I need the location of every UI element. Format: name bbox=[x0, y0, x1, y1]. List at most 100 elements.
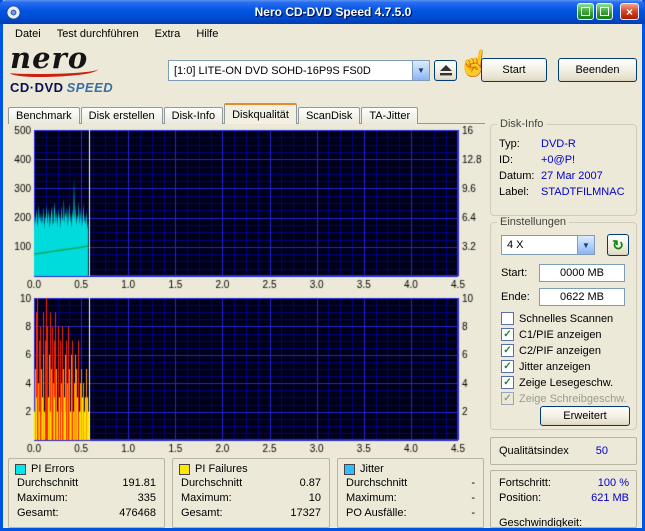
speed-select[interactable]: 4 X ▼ bbox=[501, 235, 595, 255]
nero-logo-script: nero bbox=[10, 41, 89, 75]
refresh-icon: ↻ bbox=[612, 236, 624, 253]
checkbox-zeige-lesegeschw[interactable]: ✓ bbox=[501, 376, 514, 389]
titlebar-green-icon-1[interactable] bbox=[577, 3, 594, 20]
progress-label: Position: bbox=[499, 492, 542, 504]
checkbox-row-jitter-anzeigen: ✓ Jitter anzeigen bbox=[501, 359, 632, 374]
checkbox-label: Schnelles Scannen bbox=[519, 312, 614, 325]
menu-item-hilfe[interactable]: Hilfe bbox=[188, 26, 226, 42]
disk-info-label: Datum: bbox=[499, 170, 535, 182]
tab-strip: Benchmark Disk erstellen Disk-Info Diskqual… bbox=[8, 103, 419, 124]
disk-info-value: +0@P! bbox=[541, 154, 576, 166]
progress-box: Fortschritt: 100 % Position: 621 MB Geschwin… bbox=[490, 470, 637, 528]
quit-button[interactable]: Beenden bbox=[558, 58, 637, 82]
chevron-down-icon[interactable]: ▼ bbox=[412, 61, 429, 80]
stat-row-value: - bbox=[471, 477, 475, 489]
advanced-button[interactable]: Erweitert bbox=[540, 406, 630, 426]
stat-row-value: 335 bbox=[137, 492, 156, 504]
titlebar-buttons: × bbox=[575, 3, 639, 20]
checkbox-c2-pif-anzeigen[interactable]: ✓ bbox=[501, 344, 514, 357]
tab-disk-info[interactable]: Disk-Info bbox=[163, 107, 224, 124]
tab-diskqualit-t[interactable]: Diskqualität bbox=[224, 103, 297, 124]
disk-info-label: Label: bbox=[499, 186, 529, 198]
checkbox-schnelles-scannen[interactable] bbox=[501, 312, 514, 325]
stat-box-title: Jitter bbox=[344, 463, 384, 475]
nero-logo-product: CD·DVD SPEED bbox=[10, 80, 162, 95]
checkbox-jitter-anzeigen[interactable]: ✓ bbox=[501, 360, 514, 373]
drive-select[interactable]: [1:0] LITE-ON DVD SOHD-16P9S FS0D ▼ bbox=[168, 60, 430, 81]
start-field[interactable]: 0000 MB bbox=[539, 264, 625, 282]
stat-row: Durchschnitt 0.87 bbox=[181, 477, 321, 489]
settings-title: Einstellungen bbox=[497, 216, 570, 228]
progress-label: Geschwindigkeit: bbox=[499, 517, 583, 528]
pi-failures-stats: PI Failures Durchschnitt 0.87 Maximum: 10 Ges… bbox=[172, 458, 330, 528]
stat-row-value: 476468 bbox=[119, 507, 156, 519]
disk-info-group: Disk-Info Typ: DVD-R ID: +0@P! Datum: 27 Mar … bbox=[490, 118, 637, 216]
tab-scandisk[interactable]: ScanDisk bbox=[297, 107, 361, 124]
stat-row-value: 0.87 bbox=[299, 477, 321, 489]
checkbox-row-c1-pie-anzeigen: ✓ C1/PIE anzeigen bbox=[501, 327, 632, 342]
disk-info-label: ID: bbox=[499, 154, 514, 166]
checkbox-row-schnelles-scannen: Schnelles Scannen bbox=[501, 311, 632, 326]
tab-benchmark[interactable]: Benchmark bbox=[8, 107, 80, 124]
checkbox-label: C2/PIF anzeigen bbox=[519, 344, 601, 357]
stat-row-value: 191.81 bbox=[122, 477, 156, 489]
quality-index-value: 50 bbox=[595, 445, 608, 457]
titlebar-green-icon-2[interactable] bbox=[596, 3, 613, 20]
disk-info-row: Label: STADTFILMNAC bbox=[491, 184, 636, 200]
tab-ta-jitter[interactable]: TA-Jitter bbox=[361, 107, 419, 124]
stat-row-value: - bbox=[471, 492, 475, 504]
stat-row: Maximum: 10 bbox=[181, 492, 321, 504]
stat-row: Durchschnitt 191.81 bbox=[17, 477, 156, 489]
disk-info-rows: Typ: DVD-R ID: +0@P! Datum: 27 Mar 2007 Label:… bbox=[491, 136, 636, 200]
jitter-stats: Jitter Durchschnitt - Maximum: - PO Ausfälle:… bbox=[337, 458, 484, 528]
progress-value: 621 MB bbox=[591, 492, 629, 504]
disk-info-row: ID: +0@P! bbox=[491, 152, 636, 168]
legend-swatch bbox=[15, 463, 26, 475]
stat-row-label: Maximum: bbox=[17, 492, 68, 504]
menu-item-extra[interactable]: Extra bbox=[147, 26, 189, 42]
disk-info-value: 27 Mar 2007 bbox=[541, 170, 603, 182]
chevron-down-icon[interactable]: ▼ bbox=[577, 236, 594, 254]
stat-row: Maximum: - bbox=[346, 492, 475, 504]
menubar: Datei Test durchführen Extra Hilfe bbox=[3, 24, 642, 43]
drive-select-value: [1:0] LITE-ON DVD SOHD-16P9S FS0D bbox=[174, 64, 371, 77]
eject-button[interactable] bbox=[434, 60, 457, 81]
end-field[interactable]: 0622 MB bbox=[539, 288, 625, 306]
menu-item-test-durchf-hren[interactable]: Test durchführen bbox=[49, 26, 147, 42]
menu-item-datei[interactable]: Datei bbox=[7, 26, 49, 42]
refresh-button[interactable]: ↻ bbox=[607, 234, 629, 256]
legend-swatch bbox=[179, 463, 190, 475]
close-icon[interactable]: × bbox=[620, 3, 639, 20]
settings-group: Einstellungen 4 X ▼ ↻ Start: 0000 MB End… bbox=[490, 216, 637, 430]
logo-cddvd: CD·DVD bbox=[10, 80, 64, 95]
checkbox-label: Zeige Schreibgeschw. bbox=[519, 392, 627, 405]
end-field-label: Ende: bbox=[501, 291, 530, 303]
stat-row: Gesamt: 476468 bbox=[17, 507, 156, 519]
disk-info-row: Datum: 27 Mar 2007 bbox=[491, 168, 636, 184]
pi-errors-chart bbox=[8, 124, 485, 292]
stat-row-label: Maximum: bbox=[346, 492, 397, 504]
stat-row: Durchschnitt - bbox=[346, 477, 475, 489]
progress-row: Geschwindigkeit: bbox=[499, 517, 629, 528]
quality-index-label: Qualitätsindex bbox=[499, 445, 569, 457]
titlebar[interactable]: Nero CD-DVD Speed 4.7.5.0 × bbox=[0, 0, 645, 24]
checkbox-c1-pie-anzeigen[interactable]: ✓ bbox=[501, 328, 514, 341]
checkbox-list: Schnelles Scannen ✓ C1/PIE anzeigen ✓ C2/PIF… bbox=[501, 311, 632, 407]
checkbox-label: C1/PIE anzeigen bbox=[519, 328, 602, 341]
checkbox-row-zeige-schreibgeschw: ✓ Zeige Schreibgeschw. bbox=[501, 391, 632, 406]
disk-info-value: STADTFILMNAC bbox=[541, 186, 625, 198]
tab-disk-erstellen[interactable]: Disk erstellen bbox=[80, 107, 163, 124]
start-button[interactable]: Start bbox=[481, 58, 547, 82]
progress-label: Fortschritt: bbox=[499, 477, 551, 489]
progress-row: Position: 621 MB bbox=[499, 492, 629, 504]
stat-row-value: 17327 bbox=[290, 507, 321, 519]
window-title: Nero CD-DVD Speed 4.7.5.0 bbox=[254, 5, 412, 19]
progress-row: Fortschritt: 100 % bbox=[499, 477, 629, 489]
stat-box-label: PI Failures bbox=[195, 463, 248, 475]
stat-row-label: Durchschnitt bbox=[181, 477, 243, 489]
start-field-label: Start: bbox=[501, 267, 528, 279]
disk-info-row: Typ: DVD-R bbox=[491, 136, 636, 152]
legend-swatch bbox=[344, 463, 355, 475]
stat-row-value: 10 bbox=[308, 492, 321, 504]
stat-row-label: Maximum: bbox=[181, 492, 232, 504]
